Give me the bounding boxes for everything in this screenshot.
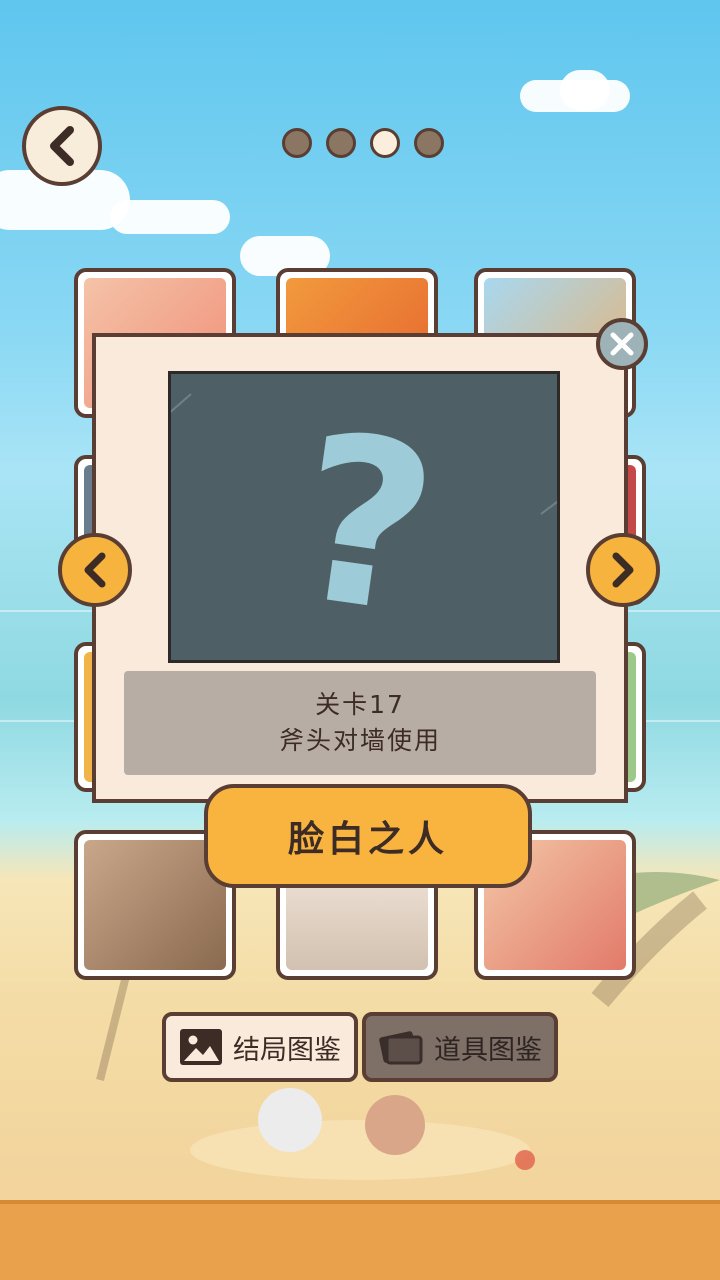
ending-caption: 关卡17 斧头对墙使用 [124, 671, 596, 775]
page-dot-active[interactable] [370, 128, 400, 158]
ending-title: 脸白之人 [204, 784, 532, 888]
previous-button[interactable] [58, 533, 132, 607]
level-label: 关卡17 [315, 690, 405, 719]
page-dot[interactable] [414, 128, 444, 158]
page-dot[interactable] [326, 128, 356, 158]
svg-text:?: ? [281, 384, 450, 660]
page-indicator [282, 128, 444, 158]
back-button[interactable] [22, 106, 102, 186]
game-scene: ? 关卡17 斧头对墙使用 脸白之人 结局图鉴 道具图鉴 [0, 0, 720, 1280]
tab-label: 道具图鉴 [434, 1034, 542, 1066]
ending-detail-modal: ? 关卡17 斧头对墙使用 [92, 333, 628, 803]
ending-image-frame: ? [168, 371, 560, 663]
tab-items-gallery[interactable]: 道具图鉴 [362, 1012, 558, 1082]
chevron-right-icon [612, 552, 634, 588]
hint-text: 斧头对墙使用 [278, 726, 441, 755]
question-mark-icon: ? [171, 384, 557, 660]
cards-icon [379, 1031, 423, 1065]
close-icon [610, 332, 634, 356]
page-dot[interactable] [282, 128, 312, 158]
close-button[interactable] [596, 318, 648, 370]
next-button[interactable] [586, 533, 660, 607]
image-icon [180, 1029, 222, 1065]
tab-endings-gallery[interactable]: 结局图鉴 [162, 1012, 358, 1082]
tab-label: 结局图鉴 [233, 1034, 341, 1066]
chevron-left-icon [50, 126, 74, 166]
chevron-left-icon [84, 552, 106, 588]
bottom-ground [0, 1200, 720, 1280]
